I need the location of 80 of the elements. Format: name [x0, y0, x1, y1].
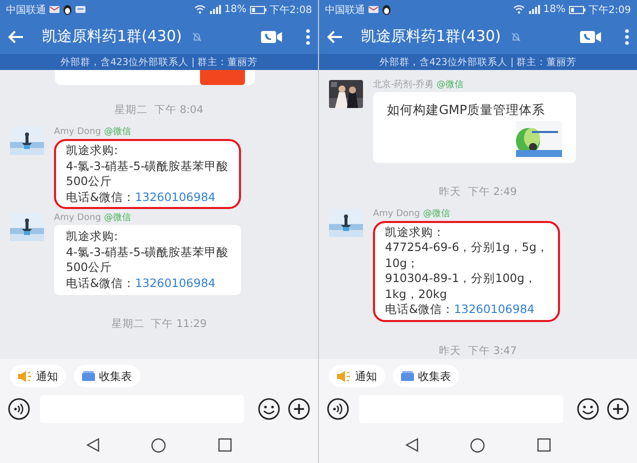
message-icon	[75, 5, 86, 14]
sender-name: 北京-药剂-乔勇	[373, 80, 434, 91]
contact-label: 电话&微信：	[66, 190, 135, 204]
signal-icon	[209, 5, 222, 14]
clock-time: 下午2:09	[588, 4, 631, 16]
back-icon[interactable]	[8, 30, 24, 44]
battery-level: 18%	[224, 4, 247, 15]
quick-action-button[interactable]: 通知	[10, 365, 66, 387]
timestamp: 昨天 下午 3:47	[439, 344, 517, 358]
battery-icon	[568, 6, 586, 14]
folder-icon	[401, 371, 414, 381]
more-icon[interactable]	[625, 28, 629, 44]
sender-source: @微信	[104, 127, 131, 138]
chat-title: 凯途原料药1群(430)	[42, 27, 182, 46]
video-call-icon[interactable]	[580, 30, 601, 42]
timestamp: 星期二 下午 11:29	[111, 317, 207, 331]
message-line: 500公斤	[66, 174, 113, 190]
timestamp: 星期二 下午 8:04	[114, 103, 204, 117]
contact-label: 电话&微信：	[385, 302, 454, 316]
megaphone-icon	[337, 370, 351, 382]
group-info-bar: 外部群，含423位外部联系人 | 群主：董丽芳	[0, 54, 318, 70]
carrier-name: 中国联通	[325, 4, 365, 16]
sender-name: Amy Dong	[54, 213, 101, 224]
back-nav-icon[interactable]	[404, 438, 419, 452]
message-line: 凯途求购:	[66, 143, 119, 158]
carrier-name: 中国联通	[6, 4, 46, 16]
message-line: 500公斤	[66, 260, 113, 276]
signal-icon	[528, 5, 540, 14]
penguin-icon	[382, 4, 391, 15]
sender-source: @微信	[104, 213, 131, 224]
megaphone-icon	[18, 370, 32, 382]
video-call-icon[interactable]	[261, 30, 282, 42]
home-icon[interactable]	[151, 438, 166, 452]
mail-icon	[49, 5, 60, 14]
phone-link[interactable]: 13260106984	[134, 276, 216, 290]
battery-icon	[250, 6, 267, 14]
sender-source: @微信	[422, 208, 450, 220]
penguin-icon	[63, 4, 72, 15]
clock-time: 下午2:08	[270, 4, 312, 16]
message-line: 477254-69-6，分别1g，5g，	[385, 240, 548, 256]
quick-action-button[interactable]: 通知	[329, 365, 385, 387]
emoji-icon[interactable]	[577, 398, 599, 420]
sender-name: Amy Dong	[54, 127, 101, 138]
recent-apps-icon[interactable]	[218, 438, 232, 452]
back-nav-icon[interactable]	[86, 438, 100, 452]
chat-title: 凯途原料药1群(430)	[361, 27, 501, 46]
voice-icon[interactable]	[327, 398, 349, 420]
message-line: 4-氯-3-硝基-5-磺酰胺基苯甲酸	[66, 158, 229, 174]
link-title: 如何构建GMP质量管理体系	[387, 102, 546, 118]
back-icon[interactable]	[327, 30, 343, 44]
home-icon[interactable]	[470, 438, 486, 452]
sender-name: Amy Dong	[373, 208, 420, 220]
quick-action-button[interactable]: 收集表	[393, 365, 459, 387]
more-icon[interactable]	[306, 28, 310, 44]
recent-apps-icon[interactable]	[537, 438, 552, 452]
mail-icon	[368, 5, 379, 14]
sender-source: @微信	[436, 80, 464, 91]
message-line: 凯途求购:	[66, 229, 119, 244]
message-line: 10g；	[385, 256, 420, 271]
wifi-icon	[513, 5, 526, 14]
plus-icon[interactable]	[288, 398, 310, 420]
link-card[interactable]: 如何构建GMP质量管理体系	[373, 92, 576, 162]
message-line: 凯途求购：	[385, 224, 446, 240]
phone-link[interactable]: 13260106984	[454, 302, 534, 316]
group-info-bar: 外部群，含423位外部联系人 | 群主：董丽芳	[319, 54, 637, 70]
folder-icon	[82, 371, 95, 381]
quick-action-button[interactable]: 收集表	[74, 365, 140, 387]
voice-icon[interactable]	[8, 398, 30, 420]
timestamp: 昨天 下午 2:49	[439, 184, 517, 198]
wifi-icon	[194, 5, 206, 14]
logo-icon	[200, 70, 245, 85]
battery-level: 18%	[543, 4, 566, 15]
emoji-icon[interactable]	[258, 398, 280, 420]
phone-link[interactable]: 13260106984	[134, 190, 216, 204]
message-line: 4-氯-3-硝基-5-磺酰胺基苯甲酸	[66, 244, 229, 260]
message-line: 910304-89-1，分别100g，	[385, 271, 538, 286]
message-card[interactable]	[55, 70, 255, 85]
plus-icon[interactable]	[607, 398, 629, 420]
contact-label: 电话&微信：	[66, 276, 135, 290]
message-line: 1kg，20kg	[385, 286, 448, 302]
